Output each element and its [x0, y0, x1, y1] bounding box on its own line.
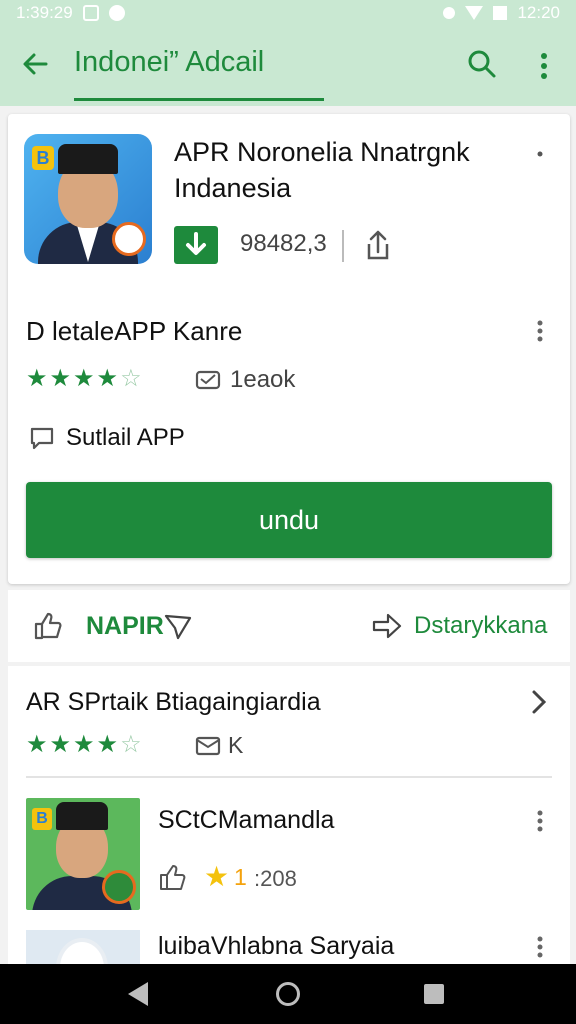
badge-icon	[112, 222, 146, 256]
divider	[342, 230, 344, 262]
search-icon[interactable]	[464, 46, 500, 82]
list-item-count: :208	[254, 866, 297, 891]
app-title: APR Noronelia Nnatrgnk Indanesia	[174, 137, 470, 203]
system-nav-bar	[0, 964, 576, 1024]
app-logo-icon: B	[32, 808, 52, 830]
like-label[interactable]: NAPIR	[86, 612, 164, 641]
status-time-left: 1:39:29	[16, 3, 73, 22]
related-title[interactable]: AR SPrtaik Btiagaingiardia	[26, 688, 321, 717]
nav-back-icon[interactable]	[128, 982, 148, 1006]
more-vert-icon[interactable]	[534, 320, 546, 342]
status-bar: 1:39:29 12:20	[0, 0, 576, 26]
more-vert-icon[interactable]	[534, 810, 546, 832]
related-review-count: K	[228, 732, 244, 758]
send-icon[interactable]	[162, 610, 194, 642]
status-time-right: 12:20	[517, 3, 560, 22]
play-notification-icon	[108, 5, 125, 21]
app-card: B APR Noronelia Nnatrgnk Indanesia 98482…	[8, 114, 570, 584]
list-item-rating: 1	[234, 864, 247, 890]
badge-icon	[102, 870, 136, 904]
status-right: 12:20	[443, 3, 560, 23]
forward-icon[interactable]	[370, 610, 404, 642]
star-icon: ★	[96, 731, 119, 758]
arrow-left-icon[interactable]	[18, 46, 54, 82]
star-icon: ★	[73, 731, 95, 758]
list-item-title[interactable]: SCtCMamandla	[158, 806, 334, 835]
photo-notification-icon	[82, 5, 99, 21]
half-star-icon: ☆	[120, 365, 142, 392]
star-icon: ★	[26, 731, 48, 758]
list-item-app-icon[interactable]: B	[26, 798, 140, 910]
download-icon[interactable]	[174, 226, 218, 264]
install-button[interactable]: undu	[26, 482, 552, 558]
more-dot-icon[interactable]	[534, 146, 546, 162]
list-item-title[interactable]: luibaVhlabna Saryaia	[158, 932, 394, 961]
action-bar: NAPIR Dstarykkana	[8, 590, 570, 662]
nav-recents-icon[interactable]	[424, 984, 444, 1004]
app-logo-icon: B	[32, 146, 54, 170]
signal-icon	[493, 6, 508, 20]
related-panel: AR SPrtaik Btiagaingiardia ★ ★ ★ ★ ☆ K B…	[8, 666, 570, 970]
app-icon[interactable]: B	[24, 134, 152, 264]
tab-indicator	[74, 98, 324, 101]
chevron-right-icon[interactable]	[528, 686, 550, 718]
review-icon	[194, 366, 222, 392]
person-cap	[58, 144, 118, 174]
star-icon: ★	[49, 365, 72, 392]
thumb-up-icon[interactable]	[32, 610, 64, 642]
app-bar: Indonei” Adcail	[0, 26, 576, 106]
star-icon: ★	[96, 365, 119, 392]
half-star-icon: ☆	[120, 731, 142, 758]
detail-link[interactable]: Sutlail APP	[66, 424, 185, 452]
download-count: 98482,3	[240, 230, 327, 257]
star-icon: ★	[73, 365, 95, 392]
share-icon[interactable]	[360, 226, 396, 264]
star-icon: ★	[204, 861, 230, 892]
vibrate-icon	[443, 7, 456, 19]
person-cap	[56, 802, 108, 830]
section-title: D letaleAPP Kanre	[26, 316, 243, 346]
status-left: 1:39:29	[16, 3, 125, 23]
page-title: Indonei” Adcail	[74, 46, 265, 78]
nav-home-icon[interactable]	[276, 982, 300, 1006]
share-label[interactable]: Dstarykkana	[414, 612, 547, 640]
more-vert-icon[interactable]	[534, 936, 546, 958]
rating-stars: ★ ★ ★ ★ ☆	[26, 366, 142, 392]
star-icon: ★	[49, 731, 72, 758]
review-icon	[194, 732, 222, 758]
wifi-icon	[465, 6, 484, 20]
related-rating-stars: ★ ★ ★ ★ ☆	[26, 732, 142, 758]
comment-icon	[28, 424, 56, 452]
star-icon: ★	[26, 365, 48, 392]
more-vert-icon[interactable]	[530, 48, 558, 84]
review-count: 1eaok	[230, 366, 296, 393]
divider	[26, 776, 552, 778]
thumb-up-icon[interactable]	[158, 862, 188, 892]
